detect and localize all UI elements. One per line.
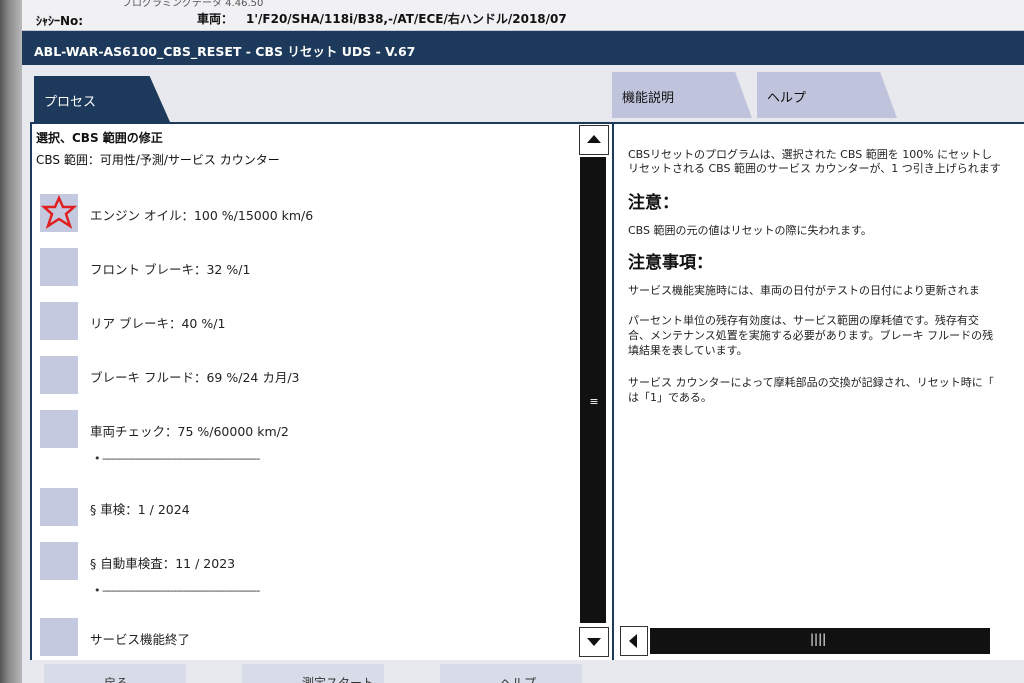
cbs-item-label: サービス機能終了 [90, 632, 191, 647]
tab-process[interactable]: プロセス [34, 76, 170, 122]
selection-box[interactable] [40, 618, 78, 656]
selection-box[interactable] [40, 542, 78, 580]
vehicle-label: 車両： [197, 12, 234, 26]
selection-box[interactable] [40, 248, 78, 286]
panel-subheading: CBS 範囲：可用性/予測/サービス カウンター [36, 153, 280, 167]
cbs-item-rear-brake[interactable]: リア ブレーキ：40 %/1 [40, 302, 560, 342]
cbs-item-engine-oil[interactable]: エンジン オイル：100 %/15000 km/6 [40, 194, 560, 234]
grip-icon[interactable]: ≡ [587, 395, 601, 409]
cbs-item-brake-fluid[interactable]: ブレーキ フルード：69 %/24 カ月/3 [40, 356, 560, 396]
function-title-bar: ABL-WAR-AS6100_CBS_RESET - CBS リセット UDS … [22, 31, 1024, 65]
scroll-track[interactable]: |||| [650, 628, 990, 654]
note-2-line-3: 填結果を表しています。 [628, 344, 748, 357]
back-button[interactable]: 戻る [44, 664, 186, 683]
horizontal-scrollbar[interactable]: |||| [620, 626, 1024, 656]
cbs-item-label: エンジン オイル：100 %/15000 km/6 [90, 208, 314, 223]
grip-icon[interactable]: |||| [810, 632, 826, 646]
help-button[interactable]: ヘルプ [440, 664, 582, 683]
cbs-item-label: § 自動車検査：11 / 2023 [90, 556, 236, 571]
selection-box[interactable] [40, 410, 78, 448]
tab-help[interactable]: ヘルプ [757, 72, 897, 118]
tab-function-label: 機能説明 [622, 91, 675, 106]
note-1: サービス機能実施時には、車両の日付がテストの日付により更新されま [628, 284, 980, 297]
cbs-item-vehicle-check[interactable]: 車両チェック：75 %/60000 km/2 • ---------------… [40, 410, 560, 465]
help-panel: CBSリセットのプログラムは、選択された CBS 範囲を 100% にセットし … [612, 122, 1024, 664]
note-3-line-1: サービス カウンターによって摩耗部品の交換が記録され、リセット時に「 [628, 376, 994, 389]
chassis-label: ｼｬｼｰNo: [36, 14, 84, 28]
arrow-up-icon [587, 135, 601, 143]
scroll-left-button[interactable] [620, 626, 648, 656]
caution-heading: 注意： [628, 193, 679, 213]
scroll-track[interactable]: ≡ [580, 157, 606, 623]
process-panel: 選択、CBS 範囲の修正 CBS 範囲：可用性/予測/サービス カウンター エン… [30, 122, 614, 664]
caution-text: CBS 範囲の元の値はリセットの際に失われます。 [628, 224, 872, 237]
arrow-left-icon [629, 634, 637, 648]
cbs-item-detail: • --------------------------------------… [94, 452, 260, 465]
cbs-item-label: 車両チェック：75 %/60000 km/2 [90, 424, 289, 439]
measure-start-button[interactable]: 測定スタート [242, 664, 384, 683]
cbs-item-label: § 車検：1 / 2024 [90, 502, 190, 517]
cbs-item-label: リア ブレーキ：40 %/1 [90, 316, 226, 331]
selection-box[interactable] [40, 302, 78, 340]
selection-box[interactable] [40, 488, 78, 526]
cbs-item-label: ブレーキ フルード：69 %/24 カ月/3 [90, 370, 300, 385]
vehicle-info-bar: プログラミングデータ 4.46.50 ｼｬｼｰNo: 車両： 1'/F20/SH… [22, 0, 1024, 31]
tab-function-description[interactable]: 機能説明 [612, 72, 752, 118]
panel-heading: 選択、CBS 範囲の修正 [36, 131, 163, 145]
help-button-label: ヘルプ [500, 676, 537, 683]
cbs-item-vehicle-inspection[interactable]: § 自動車検査：11 / 2023 • --------------------… [40, 542, 560, 597]
cbs-item-label: フロント ブレーキ：32 %/1 [90, 262, 251, 277]
warning-star-icon [41, 195, 77, 229]
cbs-item-inspection[interactable]: § 車検：1 / 2024 [40, 488, 560, 528]
cbs-item-detail: • --------------------------------------… [94, 584, 260, 597]
notes-heading: 注意事項： [628, 253, 713, 273]
note-3-line-2: は「1」である。 [628, 391, 712, 404]
function-title: ABL-WAR-AS6100_CBS_RESET - CBS リセット UDS … [34, 44, 416, 59]
vehicle-value: 1'/F20/SHA/118i/B38,-/AT/ECE/右ハンドル/2018/… [246, 12, 567, 26]
note-2-line-2: 合、メンテナンス処置を実施する必要があります。ブレーキ フルードの残 [628, 329, 994, 342]
scroll-down-button[interactable] [579, 627, 609, 657]
selection-box[interactable] [40, 356, 78, 394]
back-button-label: 戻る [104, 676, 129, 683]
selection-box[interactable] [40, 194, 78, 232]
arrow-down-icon [587, 638, 601, 646]
cbs-item-end-service[interactable]: サービス機能終了 [40, 618, 560, 658]
monitor-bezel [0, 0, 22, 683]
scroll-up-button[interactable] [579, 125, 609, 155]
intro-line-2: リセットされる CBS 範囲のサービス カウンターが、1 つ引き上げられます [628, 162, 1001, 175]
measure-start-label: 測定スタート [302, 676, 375, 683]
tab-process-label: プロセス [44, 95, 97, 110]
vertical-scrollbar[interactable]: ≡ [578, 125, 609, 657]
bottom-button-bar: 戻る 測定スタート ヘルプ [22, 660, 1024, 683]
tab-help-label: ヘルプ [767, 91, 807, 106]
program-data-label: プログラミングデータ 4.46.50 [122, 0, 264, 9]
cbs-item-front-brake[interactable]: フロント ブレーキ：32 %/1 [40, 248, 560, 288]
note-2-line-1: パーセント単位の残存有効度は、サービス範囲の摩耗値です。残存有交 [628, 314, 979, 327]
screen: プログラミングデータ 4.46.50 ｼｬｼｰNo: 車両： 1'/F20/SH… [22, 0, 1024, 683]
